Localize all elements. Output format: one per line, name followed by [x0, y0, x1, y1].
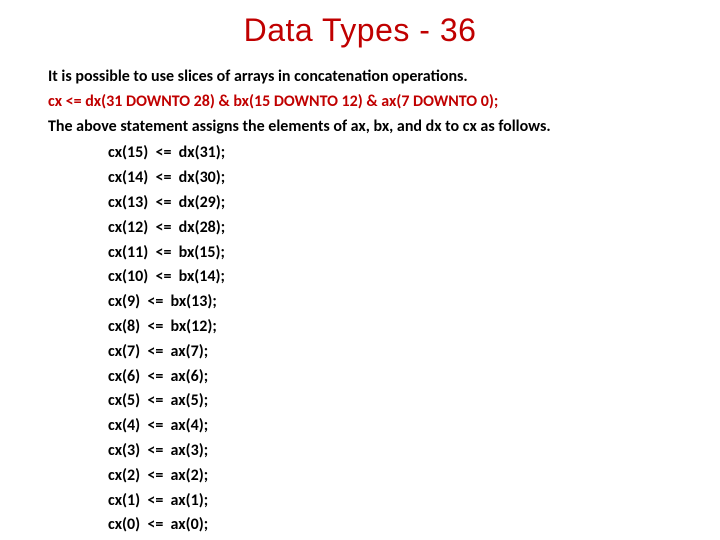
assignment-line: cx(0) <= ax(0);	[108, 513, 672, 538]
assignment-line: cx(6) <= ax(6);	[108, 365, 672, 390]
assignment-line: cx(15) <= dx(31);	[108, 141, 672, 166]
assignment-line: cx(13) <= dx(29);	[108, 191, 672, 216]
assignment-line: cx(1) <= ax(1);	[108, 489, 672, 514]
assignment-line: cx(10) <= bx(14);	[108, 265, 672, 290]
assignment-line: cx(11) <= bx(15);	[108, 241, 672, 266]
assignment-line: cx(3) <= ax(3);	[108, 439, 672, 464]
assignment-block: cx(15) <= dx(31); cx(14) <= dx(30); cx(1…	[108, 141, 672, 538]
assignment-line: cx(7) <= ax(7);	[108, 340, 672, 365]
code-line: cx <= dx(31 DOWNTO 28) & bx(15 DOWNTO 12…	[48, 90, 672, 115]
assignment-line: cx(12) <= dx(28);	[108, 216, 672, 241]
assignment-line: cx(14) <= dx(30);	[108, 166, 672, 191]
intro-text: It is possible to use slices of arrays i…	[48, 65, 672, 90]
assignment-line: cx(9) <= bx(13);	[108, 290, 672, 315]
assignment-line: cx(2) <= ax(2);	[108, 464, 672, 489]
assignment-line: cx(8) <= bx(12);	[108, 315, 672, 340]
explanation-text: The above statement assigns the elements…	[48, 115, 672, 140]
assignment-line: cx(4) <= ax(4);	[108, 414, 672, 439]
slide: Data Types - 36 It is possible to use sl…	[0, 0, 720, 540]
assignment-line: cx(5) <= ax(5);	[108, 389, 672, 414]
slide-body: It is possible to use slices of arrays i…	[48, 65, 672, 538]
slide-title: Data Types - 36	[48, 12, 672, 49]
